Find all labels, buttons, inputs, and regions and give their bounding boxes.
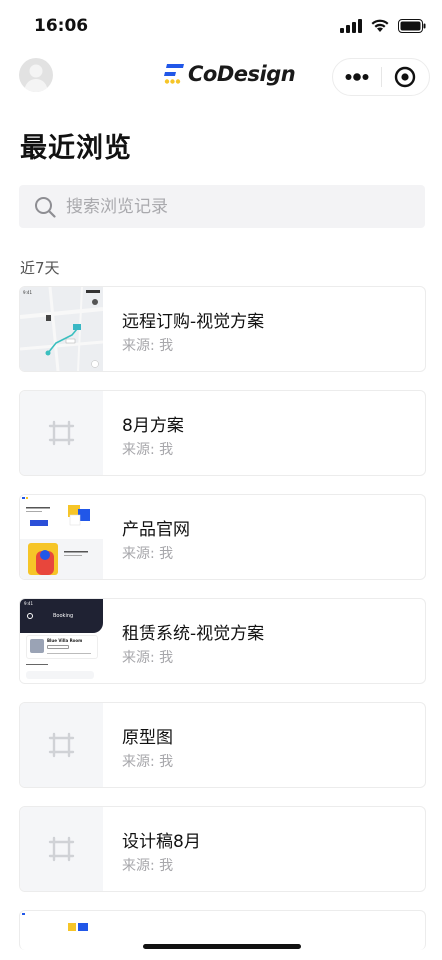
codesign-logo: CoDesign [163,62,296,86]
section-label-recent-7-days: 近7天 [20,259,60,277]
map-preview-thumbnail: 9:41 [20,287,103,371]
booking-preview-header-text: Booking [53,613,74,619]
user-silhouette-icon [24,64,48,92]
list-item[interactable]: 9:41 远程订购-视觉方案 来源: 我 [19,286,426,372]
signal-icon [340,18,362,33]
item-source: 来源: 我 [122,754,174,770]
search-bar [19,185,425,228]
placeholder-thumbnail [20,807,103,891]
item-source: 来源: 我 [122,442,174,458]
codesign-logo-mark [164,64,184,84]
search-icon [35,196,56,218]
status-icons [340,18,426,33]
booking-preview-card: Blue Villa Room [26,635,98,659]
nav-bar: CoDesign [0,52,442,100]
frame-placeholder-icon [48,420,75,446]
list-item[interactable]: 8月方案 来源: 我 [19,390,426,476]
frame-placeholder-icon [48,836,75,862]
item-title: 8月方案 [122,416,184,436]
item-source: 来源: 我 [122,338,174,354]
booking-preview-header: 9:41 Booking [20,599,103,633]
frame-placeholder-icon [48,732,75,758]
list-item[interactable]: 设计稿8月 来源: 我 [19,806,426,892]
svg-text:9:41: 9:41 [23,290,32,295]
booking-preview-line [26,664,48,665]
home-indicator [143,944,301,949]
booking-preview-time: 9:41 [24,601,33,606]
booking-preview-field [26,671,94,679]
website-preview-thumbnail [20,495,103,579]
item-title: 产品官网 [122,520,190,540]
booking-preview-card-title: Blue Villa Room [47,638,83,643]
item-source: 来源: 我 [122,546,174,562]
booking-preview-tag [47,645,69,649]
item-source: 来源: 我 [122,650,174,666]
list-item[interactable]: 产品官网 来源: 我 [19,494,426,580]
status-time: 16:06 [34,16,89,36]
list-item[interactable]: 9:41 Booking Blue Villa Room 租赁系统-视觉方案 来… [19,598,426,684]
more-dots-icon [345,73,369,81]
website-preview-graphic [20,495,103,579]
booking-preview-image [30,639,44,653]
placeholder-thumbnail [20,703,103,787]
search-input[interactable] [66,196,396,217]
page-title: 最近浏览 [20,133,132,164]
wifi-icon [371,19,389,32]
booking-preview-thumbnail: 9:41 Booking Blue Villa Room [20,599,103,683]
status-bar: 16:06 [0,0,442,50]
mini-program-capsule [332,58,430,96]
booking-preview-meta [47,653,91,654]
partial-thumbnail [20,911,103,931]
item-source: 来源: 我 [122,858,174,874]
item-title: 设计稿8月 [122,832,201,852]
map-preview-graphic: 9:41 [20,287,103,371]
item-title: 租赁系统-视觉方案 [122,624,265,644]
avatar[interactable] [19,58,53,92]
battery-icon [398,18,426,33]
more-button[interactable] [333,58,381,96]
placeholder-thumbnail [20,391,103,475]
booking-preview-back-icon [27,613,33,619]
item-title: 远程订购-视觉方案 [122,312,265,332]
item-title: 原型图 [122,728,173,748]
close-miniprogram-button[interactable] [381,58,429,96]
list-item[interactable]: 原型图 来源: 我 [19,702,426,788]
recent-list: 9:41 远程订购-视觉方案 来源: 我 8月方案 来源: 我 产品官网 来源:… [19,286,426,910]
logo-text: CoDesign [188,62,296,86]
target-close-icon [395,66,416,88]
